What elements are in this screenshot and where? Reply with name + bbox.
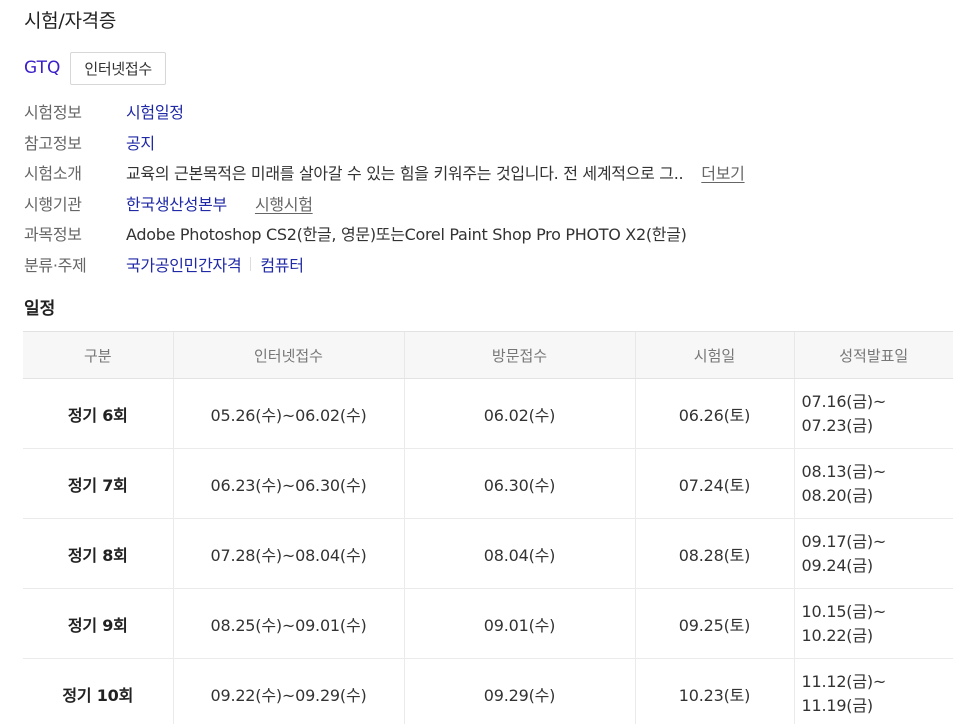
category-title: 시험/자격증 <box>24 10 117 32</box>
result-end: 08.20(금) <box>801 485 874 505</box>
result-end: 11.19(금) <box>801 695 874 715</box>
round-cell: 정기 6회 <box>23 378 173 449</box>
table-row: 정기 7회 06.23(수)~06.30(수) 06.30(수) 07.24(토… <box>23 448 953 519</box>
exam-date-cell: 10.23(토) <box>634 658 794 724</box>
result-start: 08.13(금)~ <box>801 461 887 481</box>
table-row: 정기 6회 05.26(수)~06.02(수) 06.02(수) 06.26(토… <box>23 378 953 449</box>
exam-panel: 시험/자격증 GTQ 인터넷접수 시험정보 시험일정 참고정보 공지 시험소개 … <box>0 0 958 724</box>
exam-schedule-link[interactable]: 시험일정 <box>126 99 184 123</box>
result-end: 07.23(금) <box>801 415 874 435</box>
round-cell: 정기 7회 <box>23 448 173 519</box>
result-start: 07.16(금)~ <box>801 391 887 411</box>
notice-link[interactable]: 공지 <box>126 130 155 154</box>
online-apply-cell: 08.25(수)~09.01(수) <box>172 588 404 659</box>
visit-apply-cell: 09.29(수) <box>403 658 635 724</box>
info-row-reference: 참고정보 공지 <box>24 127 745 158</box>
separator <box>250 256 252 271</box>
result-start: 09.17(금)~ <box>801 531 887 551</box>
column-header: 시험일 <box>634 331 794 379</box>
agency-exams-link[interactable]: 시행시험 <box>255 191 313 215</box>
exam-title-row: GTQ 인터넷접수 <box>24 51 166 85</box>
info-label: 분류·주제 <box>24 255 87 275</box>
intro-text: 교육의 근본목적은 미래를 살아갈 수 있는 힘을 키워주는 것입니다. 전 세… <box>126 164 684 184</box>
result-end: 10.22(금) <box>801 625 874 645</box>
result-date-cell: 08.13(금)~ 08.20(금) <box>793 448 953 519</box>
online-apply-cell: 05.26(수)~06.02(수) <box>172 378 404 449</box>
info-row-subject: 과목정보 Adobe Photoshop CS2(한글, 영문)또는Corel … <box>24 218 745 249</box>
info-row-classification: 분류·주제 국가공인민간자격 컴퓨터 <box>24 249 745 280</box>
exam-name-link[interactable]: GTQ <box>24 58 60 78</box>
info-row-exam-info: 시험정보 시험일정 <box>24 96 745 127</box>
table-row: 정기 8회 07.28(수)~08.04(수) 08.04(수) 08.28(토… <box>23 518 953 589</box>
schedule-table: 구분 인터넷접수 방문접수 시험일 성적발표일 정기 6회 05.26(수)~0… <box>23 331 953 724</box>
round-cell: 정기 9회 <box>23 588 173 659</box>
exam-date-cell: 08.28(토) <box>634 518 794 589</box>
result-start: 10.15(금)~ <box>801 601 887 621</box>
exam-date-cell: 09.25(토) <box>634 588 794 659</box>
table-row: 정기 9회 08.25(수)~09.01(수) 09.01(수) 09.25(토… <box>23 588 953 659</box>
result-date-cell: 09.17(금)~ 09.24(금) <box>793 518 953 589</box>
schedule-section-title: 일정 <box>24 299 56 319</box>
info-label: 과목정보 <box>24 225 82 245</box>
result-date-cell: 07.16(금)~ 07.23(금) <box>793 378 953 449</box>
result-date-cell: 10.15(금)~ 10.22(금) <box>793 588 953 659</box>
column-header: 인터넷접수 <box>172 331 404 379</box>
classification-link[interactable]: 국가공인민간자격 <box>126 252 242 276</box>
exam-date-cell: 07.24(토) <box>634 448 794 519</box>
info-label: 시험정보 <box>24 103 82 123</box>
result-start: 11.12(금)~ <box>801 671 887 691</box>
column-header: 구분 <box>23 331 173 379</box>
column-header: 방문접수 <box>403 331 635 379</box>
result-date-cell: 11.12(금)~ 11.19(금) <box>793 658 953 724</box>
table-row: 정기 10회 09.22(수)~09.29(수) 09.29(수) 10.23(… <box>23 658 953 724</box>
info-row-intro: 시험소개 교육의 근본목적은 미래를 살아갈 수 있는 힘을 키워주는 것입니다… <box>24 157 745 188</box>
column-header: 성적발표일 <box>793 331 953 379</box>
visit-apply-cell: 06.02(수) <box>403 378 635 449</box>
visit-apply-cell: 08.04(수) <box>403 518 635 589</box>
visit-apply-cell: 06.30(수) <box>403 448 635 519</box>
info-row-agency: 시행기관 한국생산성본부 시행시험 <box>24 188 745 219</box>
agency-link[interactable]: 한국생산성본부 <box>126 191 227 215</box>
round-cell: 정기 10회 <box>23 658 173 724</box>
more-link[interactable]: 더보기 <box>701 160 745 184</box>
online-apply-button[interactable]: 인터넷접수 <box>70 51 166 85</box>
subject-text: Adobe Photoshop CS2(한글, 영문)또는Corel Paint… <box>126 225 687 245</box>
online-apply-cell: 07.28(수)~08.04(수) <box>172 518 404 589</box>
online-apply-cell: 06.23(수)~06.30(수) <box>172 448 404 519</box>
round-cell: 정기 8회 <box>23 518 173 589</box>
exam-date-cell: 06.26(토) <box>634 378 794 449</box>
topic-link[interactable]: 컴퓨터 <box>260 252 304 276</box>
exam-info-list: 시험정보 시험일정 참고정보 공지 시험소개 교육의 근본목적은 미래를 살아갈… <box>24 96 745 279</box>
info-label: 시행기관 <box>24 194 82 214</box>
info-label: 참고정보 <box>24 133 82 153</box>
result-end: 09.24(금) <box>801 555 874 575</box>
online-apply-cell: 09.22(수)~09.29(수) <box>172 658 404 724</box>
visit-apply-cell: 09.01(수) <box>403 588 635 659</box>
table-header-row: 구분 인터넷접수 방문접수 시험일 성적발표일 <box>23 331 953 379</box>
info-label: 시험소개 <box>24 164 82 184</box>
